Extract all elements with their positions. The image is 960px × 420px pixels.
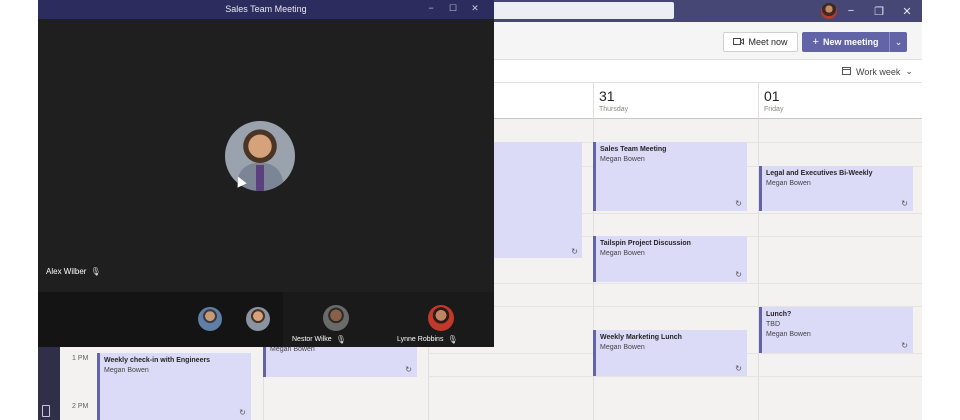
maximize-icon[interactable]: ☐ — [448, 3, 458, 14]
calendar-event[interactable]: ↻ — [494, 142, 582, 258]
day-name: Thursday — [599, 106, 629, 113]
participant-avatar[interactable] — [428, 305, 454, 331]
meeting-window-controls: − ☐ ✕ — [426, 3, 480, 14]
event-title: Weekly Marketing Lunch — [600, 334, 682, 341]
recurring-icon: ↻ — [239, 408, 246, 417]
restore-icon[interactable]: ❐ — [872, 5, 886, 18]
meet-now-label: Meet now — [748, 37, 788, 47]
new-meeting-dropdown[interactable]: ⌄ — [889, 32, 907, 52]
day-header-friday[interactable]: 01 Friday — [764, 88, 783, 113]
calendar-event[interactable]: Weekly check-in with Engineers Megan Bow… — [97, 353, 251, 420]
phone-icon[interactable] — [42, 405, 50, 417]
event-organizer: Megan Bowen — [766, 180, 811, 187]
meet-now-button[interactable]: Meet now — [723, 32, 798, 52]
participant-name-tag: Nestor Wilke 🎙︎ — [292, 335, 346, 344]
day-number: 31 — [599, 88, 615, 104]
recurring-icon: ↻ — [405, 365, 412, 374]
event-title: Sales Team Meeting — [600, 146, 667, 153]
day-number: 01 — [764, 88, 780, 104]
mic-muted-icon: 🎙︎ — [90, 267, 101, 276]
chevron-down-icon: ⌄ — [894, 36, 903, 47]
event-title: Lunch? — [766, 311, 792, 318]
participant-avatar[interactable] — [323, 305, 349, 331]
calendar-event[interactable]: Tailspin Project Discussion Megan Bowen … — [593, 236, 747, 282]
view-label: Work week — [856, 66, 901, 77]
close-icon[interactable]: ✕ — [470, 3, 480, 14]
plus-icon: + — [812, 36, 819, 48]
chevron-down-icon: ⌄ — [905, 66, 913, 76]
speaker-name: Alex Wilber — [46, 267, 87, 276]
calendar-event[interactable]: Legal and Executives Bi-Weekly Megan Bow… — [759, 166, 913, 211]
video-camera-icon — [733, 37, 745, 48]
event-organizer: Megan Bowen — [766, 331, 811, 338]
recurring-icon: ↻ — [735, 270, 742, 279]
view-selector[interactable]: Work week ⌄ — [842, 66, 913, 77]
mic-muted-icon: 🎙︎ — [335, 335, 346, 344]
calendar-event[interactable]: Sales Team Meeting Megan Bowen ↻ — [593, 142, 747, 211]
recurring-icon: ↻ — [735, 364, 742, 373]
minimize-icon[interactable]: − — [844, 5, 858, 17]
recurring-icon: ↻ — [735, 199, 742, 208]
event-organizer: Megan Bowen — [600, 344, 645, 351]
participant-name: Nestor Wilke — [292, 336, 332, 343]
event-organizer: Megan Bowen — [104, 367, 149, 374]
speaker-name-tag: Alex Wilber 🎙︎ — [46, 267, 101, 276]
row-divider — [428, 283, 922, 284]
participant-name-tag: Lynne Robbins 🎙︎ — [397, 335, 458, 344]
participant-avatar[interactable] — [246, 307, 270, 331]
day-header-thursday[interactable]: 31 Thursday — [599, 88, 628, 113]
row-divider — [428, 376, 922, 377]
new-meeting-button[interactable]: + New meeting ⌄ — [802, 32, 907, 52]
column-divider — [758, 83, 759, 420]
mic-muted-icon: 🎙︎ — [447, 335, 458, 344]
recurring-icon: ↻ — [571, 247, 578, 256]
calendar-event[interactable]: Weekly Marketing Lunch Megan Bowen ↻ — [593, 330, 747, 376]
event-title: Weekly check-in with Engineers — [104, 357, 211, 364]
time-label: 2 PM — [72, 403, 89, 410]
event-organizer: Megan Bowen — [600, 250, 645, 257]
event-location: TBD — [766, 321, 780, 328]
close-icon[interactable]: ✕ — [900, 5, 914, 18]
user-avatar[interactable] — [821, 3, 837, 19]
participant-name: Lynne Robbins — [397, 336, 444, 343]
recurring-icon: ↻ — [901, 341, 908, 350]
new-meeting-label: New meeting — [822, 37, 879, 47]
minimize-icon[interactable]: − — [426, 3, 436, 14]
event-title: Tailspin Project Discussion — [600, 240, 691, 247]
app-window-controls: − ❐ ✕ — [844, 3, 914, 19]
calendar-event[interactable]: Lunch? TBD Megan Bowen ↻ — [759, 307, 913, 353]
calendar-icon — [842, 66, 851, 77]
recurring-icon: ↻ — [901, 199, 908, 208]
day-name: Friday — [764, 106, 784, 113]
event-organizer: Megan Bowen — [600, 156, 645, 163]
search-input[interactable] — [480, 2, 674, 19]
participant-avatar[interactable] — [198, 307, 222, 331]
event-title: Legal and Executives Bi-Weekly — [766, 170, 873, 177]
time-label: 1 PM — [72, 355, 89, 362]
